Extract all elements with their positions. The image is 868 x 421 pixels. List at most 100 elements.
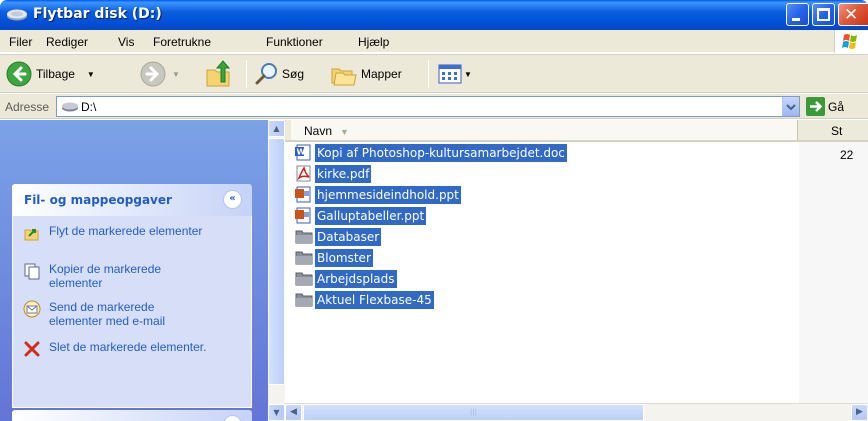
folders-button[interactable]: Mapper — [330, 59, 402, 89]
file-row[interactable]: W Kopi af Photoshop-kultursamarbejdet.do… — [295, 142, 567, 163]
search-label: Søg — [282, 67, 305, 81]
task-pane: Fil- og mappeopgaver « Flyt de markerede… — [0, 120, 268, 421]
file-name: Galluptabeller.ppt — [315, 206, 427, 225]
horizontal-scrollbar[interactable]: ◀ ||| ▶ — [285, 403, 868, 421]
address-bar: Adresse D:\ Gå — [0, 94, 868, 119]
address-dropdown-button[interactable] — [782, 97, 799, 116]
folder-icon — [295, 230, 313, 244]
word-doc-icon: W — [295, 144, 311, 161]
column-size[interactable]: St — [831, 124, 842, 138]
menu-edit[interactable]: Rediger — [46, 35, 88, 49]
delete-icon — [24, 341, 40, 357]
folders-icon — [331, 68, 357, 86]
column-name[interactable]: Navn ▼ — [291, 120, 798, 140]
up-folder-icon — [206, 60, 231, 87]
go-button[interactable]: Gå — [806, 97, 844, 116]
search-button[interactable]: Søg — [254, 59, 304, 89]
address-input[interactable]: D:\ — [56, 96, 800, 117]
file-row[interactable]: Blomster — [295, 247, 373, 268]
task-delete[interactable]: Slet de markerede elementer. — [23, 340, 209, 358]
scroll-down-button[interactable]: ▼ — [268, 404, 285, 421]
task-move-label: Flyt de markerede elementer — [49, 224, 203, 238]
scroll-thumb[interactable] — [268, 138, 285, 385]
ppt-icon — [295, 186, 311, 203]
up-folder-button[interactable] — [204, 59, 234, 89]
address-value: D:\ — [81, 100, 97, 114]
sort-arrow-icon: ▼ — [340, 127, 349, 137]
forward-dropdown-icon[interactable]: ▼ — [172, 70, 180, 79]
folder-icon — [295, 251, 313, 265]
search-icon — [255, 63, 277, 85]
menu-tools[interactable]: Funktioner — [266, 35, 323, 49]
address-label: Adresse — [5, 100, 50, 114]
ppt-icon — [295, 207, 311, 224]
collapse-icon[interactable]: « — [223, 190, 242, 209]
title-bar[interactable]: Flytbar disk (D:) ✕ — [0, 0, 868, 30]
file-row[interactable]: Databaser — [295, 226, 382, 247]
scroll-left-button[interactable]: ◀ — [285, 404, 302, 421]
forward-button[interactable]: ▼ — [140, 59, 180, 89]
task-copy[interactable]: Kopier de markerede elementer — [23, 262, 209, 290]
scroll-thumb[interactable]: ||| — [303, 404, 644, 421]
menu-favorites[interactable]: Foretrukne — [153, 35, 211, 49]
scroll-right-button[interactable]: ▶ — [851, 404, 868, 421]
back-button[interactable]: Tilbage ▼ — [6, 59, 95, 89]
views-dropdown-icon[interactable]: ▼ — [464, 70, 472, 79]
toolbar: Tilbage ▼ ▼ Søg Mapper ▼ — [0, 54, 868, 93]
file-row[interactable]: Aktuel Flexbase-45 — [295, 289, 434, 310]
maximize-button[interactable] — [812, 3, 835, 26]
collapse-icon[interactable] — [223, 415, 242, 421]
toolbar-separator — [428, 60, 429, 88]
file-name: Databaser — [315, 227, 382, 246]
move-icon — [24, 229, 39, 241]
task-copy-label: Kopier de markerede elementer — [49, 262, 162, 290]
file-row[interactable]: Galluptabeller.ppt — [295, 205, 427, 226]
go-arrow-icon — [806, 97, 825, 116]
minimize-icon — [792, 18, 800, 21]
folders-label: Mapper — [361, 67, 402, 81]
windows-logo — [834, 30, 868, 53]
task-email-label: Send de markerede elementer med e-mail — [49, 300, 166, 328]
task-panel-title: Fil- og mappeopgaver — [24, 193, 172, 207]
menu-file[interactable]: Filer — [9, 35, 32, 49]
views-button[interactable]: ▼ — [438, 59, 472, 89]
task-move[interactable]: Flyt de markerede elementer — [23, 224, 209, 242]
task-email[interactable]: Send de markerede elementer med e-mail — [23, 300, 209, 328]
file-row[interactable]: hjemmesideindhold.ppt — [295, 184, 461, 205]
back-dropdown-icon[interactable]: ▼ — [87, 70, 95, 79]
window-title: Flytbar disk (D:) — [33, 6, 162, 22]
scroll-up-button[interactable]: ▲ — [268, 120, 285, 137]
copy-icon — [24, 263, 40, 280]
menu-help[interactable]: Hjælp — [358, 35, 389, 49]
other-places-header[interactable] — [12, 410, 252, 421]
file-name: Aktuel Flexbase-45 — [315, 290, 434, 309]
file-name: hjemmesideindhold.ppt — [315, 185, 461, 204]
column-header: Navn ▼ St — [285, 120, 868, 142]
menu-view[interactable]: Vis — [118, 35, 134, 49]
file-name: Kopi af Photoshop-kultursamarbejdet.doc — [315, 143, 567, 162]
menu-bar: Filer Rediger Vis Foretrukne Funktioner … — [0, 30, 868, 53]
file-list: Navn ▼ St 22 W Kopi af Photoshop-kultursa… — [285, 120, 868, 421]
back-arrow-icon — [6, 61, 32, 87]
back-label: Tilbage — [36, 67, 75, 81]
task-panel-body: Flyt de markerede elementer Kopier de ma… — [12, 216, 252, 408]
drive-icon — [7, 9, 27, 21]
windows-flag-icon — [842, 34, 857, 49]
file-size: 22 — [840, 148, 854, 162]
minimize-button[interactable] — [786, 3, 809, 26]
close-button[interactable]: ✕ — [838, 3, 868, 26]
views-icon — [438, 64, 462, 84]
task-panel-header[interactable]: Fil- og mappeopgaver « — [12, 184, 252, 216]
svg-text:W: W — [297, 148, 306, 157]
column-name-label: Navn — [304, 124, 333, 138]
folder-icon — [295, 293, 313, 307]
task-pane-scrollbar[interactable]: ▲ ▼ — [268, 120, 285, 421]
maximize-icon — [817, 8, 830, 21]
go-label: Gå — [828, 99, 845, 114]
file-name: Blomster — [315, 248, 373, 267]
toolbar-separator — [246, 60, 247, 88]
file-name: Arbejdsplads — [315, 269, 397, 288]
pdf-icon — [296, 165, 311, 182]
file-row[interactable]: Arbejdsplads — [295, 268, 397, 289]
file-row[interactable]: kirke.pdf — [295, 163, 372, 184]
